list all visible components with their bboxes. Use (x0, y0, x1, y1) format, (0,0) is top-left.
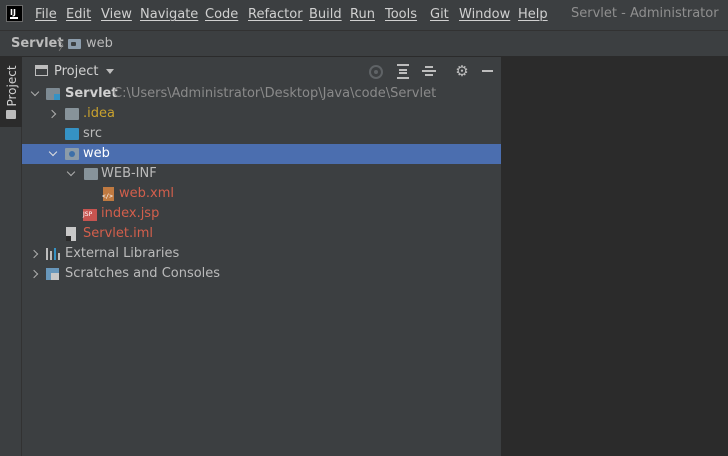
tree-row-servlet-iml[interactable]: Servlet.iml (22, 224, 501, 244)
web-folder-icon (65, 148, 79, 160)
menu-file[interactable]: File (35, 7, 57, 23)
editor-area[interactable] (501, 57, 728, 456)
folder-icon (65, 108, 79, 120)
gear-icon[interactable]: ⚙ (454, 63, 470, 79)
jsp-file-icon (83, 209, 97, 221)
tool-tab-project[interactable]: Project (0, 57, 22, 127)
chevron-right-icon[interactable] (30, 269, 40, 279)
tree-row-external-libraries[interactable]: External Libraries (22, 244, 501, 264)
project-panel-title[interactable]: Project (54, 64, 98, 79)
breadcrumb-web[interactable]: web (86, 36, 113, 51)
tree-label-src: src (83, 126, 102, 141)
tree-row-index-jsp[interactable]: index.jsp (22, 204, 501, 224)
menu-tools[interactable]: Tools (385, 7, 417, 23)
folder-icon (68, 39, 81, 49)
menu-git[interactable]: Git (430, 7, 449, 23)
chevron-down-icon[interactable] (66, 169, 76, 179)
chevron-down-icon[interactable] (106, 69, 114, 74)
menu-run[interactable]: Run (350, 7, 375, 23)
project-folder-icon (6, 110, 16, 119)
chevron-down-icon[interactable] (30, 89, 40, 99)
menu-refactor[interactable]: Refactor (248, 7, 303, 23)
tree-label-web-inf: WEB-INF (101, 166, 157, 181)
xml-file-icon (102, 187, 114, 201)
project-panel: Project ⚙ Servlet C:\Users\Administrator… (22, 57, 501, 456)
project-view-icon (35, 65, 48, 76)
chevron-down-icon[interactable] (48, 149, 58, 159)
folder-icon (84, 168, 98, 180)
collapse-all-icon[interactable] (421, 63, 437, 79)
expand-all-icon[interactable] (395, 63, 411, 79)
libraries-icon (46, 248, 60, 260)
tree-label-idea: .idea (83, 106, 115, 121)
tool-window-strip: Project (0, 57, 22, 456)
menu-build[interactable]: Build (309, 7, 342, 23)
chevron-right-icon[interactable] (48, 109, 58, 119)
tree-row-src[interactable]: src (22, 124, 501, 144)
menu-view[interactable]: View (101, 7, 132, 23)
tree-row-idea[interactable]: .idea (22, 104, 501, 124)
tree-row-web-xml[interactable]: web.xml (22, 184, 501, 204)
tool-tab-project-label: Project (5, 65, 19, 107)
window-title: Servlet - Administrator (571, 6, 719, 21)
tree-project-path: C:\Users\Administrator\Desktop\Java\code… (113, 86, 437, 101)
intellij-logo-icon[interactable]: IJ (6, 5, 23, 22)
menu-bar: IJ File Edit View Navigate Code Refactor… (0, 0, 728, 30)
tree-row-web[interactable]: web (22, 144, 501, 164)
tree-row-scratches[interactable]: Scratches and Consoles (22, 264, 501, 284)
source-folder-icon (65, 128, 79, 140)
tree-label-web-xml: web.xml (119, 186, 174, 201)
breadcrumb-project[interactable]: Servlet (11, 36, 64, 51)
minimize-icon[interactable] (480, 63, 496, 79)
module-file-icon (66, 227, 76, 241)
project-panel-header: Project ⚙ (22, 57, 501, 85)
menu-edit[interactable]: Edit (66, 7, 91, 23)
tree-label-servlet-iml: Servlet.iml (83, 226, 154, 241)
scratches-icon (46, 268, 59, 280)
breadcrumb: Servlet 〉 web (0, 30, 728, 57)
menu-navigate[interactable]: Navigate (140, 7, 198, 23)
locate-file-icon[interactable] (369, 65, 383, 79)
tree-label-project: Servlet (65, 86, 118, 101)
menu-help[interactable]: Help (518, 7, 548, 23)
menu-code[interactable]: Code (205, 7, 238, 23)
tree-label-index-jsp: index.jsp (101, 206, 160, 221)
tree-label-external-libraries: External Libraries (65, 246, 180, 261)
chevron-right-icon[interactable] (30, 249, 40, 259)
tree-row-web-inf[interactable]: WEB-INF (22, 164, 501, 184)
tree-row-project-root[interactable]: Servlet C:\Users\Administrator\Desktop\J… (22, 84, 501, 104)
tree-label-web: web (83, 146, 110, 161)
module-folder-icon (46, 88, 60, 100)
tree-label-scratches: Scratches and Consoles (65, 266, 221, 281)
menu-window[interactable]: Window (459, 7, 510, 23)
